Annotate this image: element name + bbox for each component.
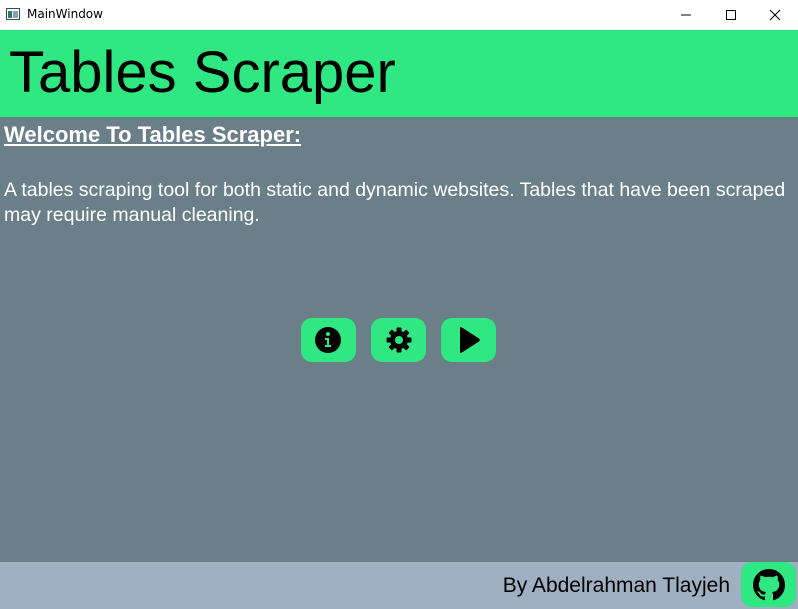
app-window-icon <box>6 8 20 20</box>
info-button[interactable] <box>301 318 356 362</box>
window-title: MainWindow <box>27 7 103 21</box>
main-panel: Welcome To Tables Scraper: A tables scra… <box>0 117 798 562</box>
info-icon <box>315 327 341 353</box>
github-icon <box>753 569 785 601</box>
play-icon <box>460 327 480 353</box>
app-title: Tables Scraper <box>9 40 396 105</box>
window-titlebar: MainWindow <box>0 0 798 30</box>
welcome-heading: Welcome To Tables Scraper: <box>4 122 302 147</box>
app-header: Tables Scraper <box>0 30 798 117</box>
close-icon <box>769 9 781 21</box>
settings-button[interactable] <box>371 318 426 362</box>
start-button[interactable] <box>441 318 496 362</box>
close-button[interactable] <box>752 0 798 30</box>
maximize-icon <box>726 10 736 20</box>
github-button[interactable] <box>741 562 796 607</box>
description-text: A tables scraping tool for both static a… <box>4 179 786 226</box>
maximize-button[interactable] <box>708 0 754 30</box>
minimize-button[interactable] <box>663 0 709 30</box>
author-credit: By Abdelrahman Tlayjeh <box>502 574 730 597</box>
gear-icon <box>386 327 412 353</box>
minimize-icon <box>681 14 691 16</box>
footer: By Abdelrahman Tlayjeh <box>0 562 798 609</box>
